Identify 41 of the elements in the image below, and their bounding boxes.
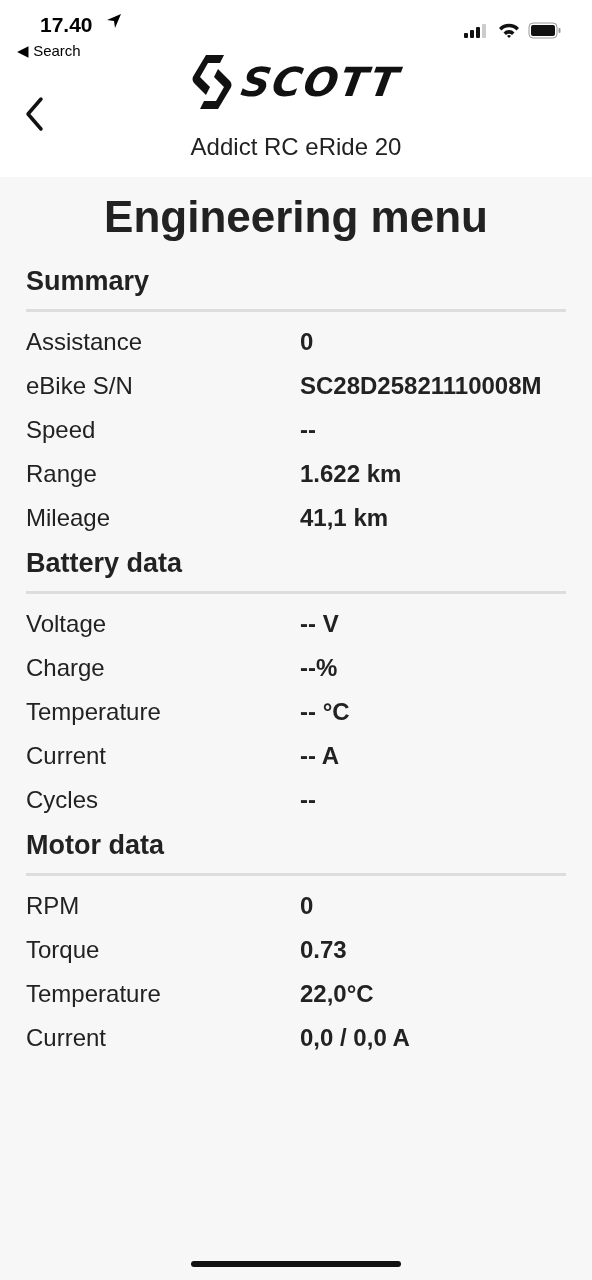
brand-logo: SCOTT (238, 62, 404, 102)
field-label: Voltage (26, 609, 108, 639)
logo-mark-icon (192, 55, 233, 109)
field-value: -- (300, 785, 317, 816)
field-value: -- V (300, 609, 340, 640)
field-label: Temperature (26, 697, 162, 727)
field-value: 22,0°C (300, 979, 375, 1010)
field-label: Range (26, 458, 98, 489)
section-heading: Motor data (26, 828, 566, 877)
field-value: 0 (300, 891, 315, 922)
wifi-icon (498, 22, 520, 39)
field-value: -- (300, 415, 317, 446)
field-label: Torque (26, 935, 101, 966)
page-title: Engineering menu (103, 191, 489, 243)
field-label: eBike S/N (26, 370, 134, 401)
back-to-search-link[interactable]: ◀ Search (17, 40, 81, 63)
field-value: --% (300, 653, 339, 684)
field-label: Cycles (26, 785, 99, 815)
status-time: 17.40 (40, 12, 93, 38)
field-label: RPM (26, 891, 81, 922)
section-heading: Summary (26, 263, 566, 312)
section-heading: Battery data (26, 545, 566, 594)
field-value: SC28D25821110008M (300, 371, 543, 402)
field-value: 1.622 km (300, 459, 403, 490)
bike-model-name: Addict RC eRide 20 (189, 132, 403, 162)
field-label: Speed (26, 414, 97, 445)
field-value: -- °C (300, 697, 351, 728)
field-value: 0.73 (300, 935, 348, 966)
field-label: Charge (26, 653, 106, 683)
battery-icon (528, 22, 562, 39)
field-label: Assistance (26, 326, 144, 357)
field-value: 41,1 km (300, 503, 390, 534)
field-label: Temperature (26, 979, 162, 1010)
field-value: 0 (300, 327, 315, 358)
field-value: -- A (300, 741, 341, 772)
back-chevron-icon[interactable] (24, 96, 44, 132)
field-label: Current (26, 1023, 108, 1054)
location-arrow-icon (106, 13, 122, 29)
field-label: Current (26, 741, 108, 771)
field-value: 0,0 / 0,0 A (300, 1023, 411, 1054)
field-label: Mileage (26, 502, 112, 533)
